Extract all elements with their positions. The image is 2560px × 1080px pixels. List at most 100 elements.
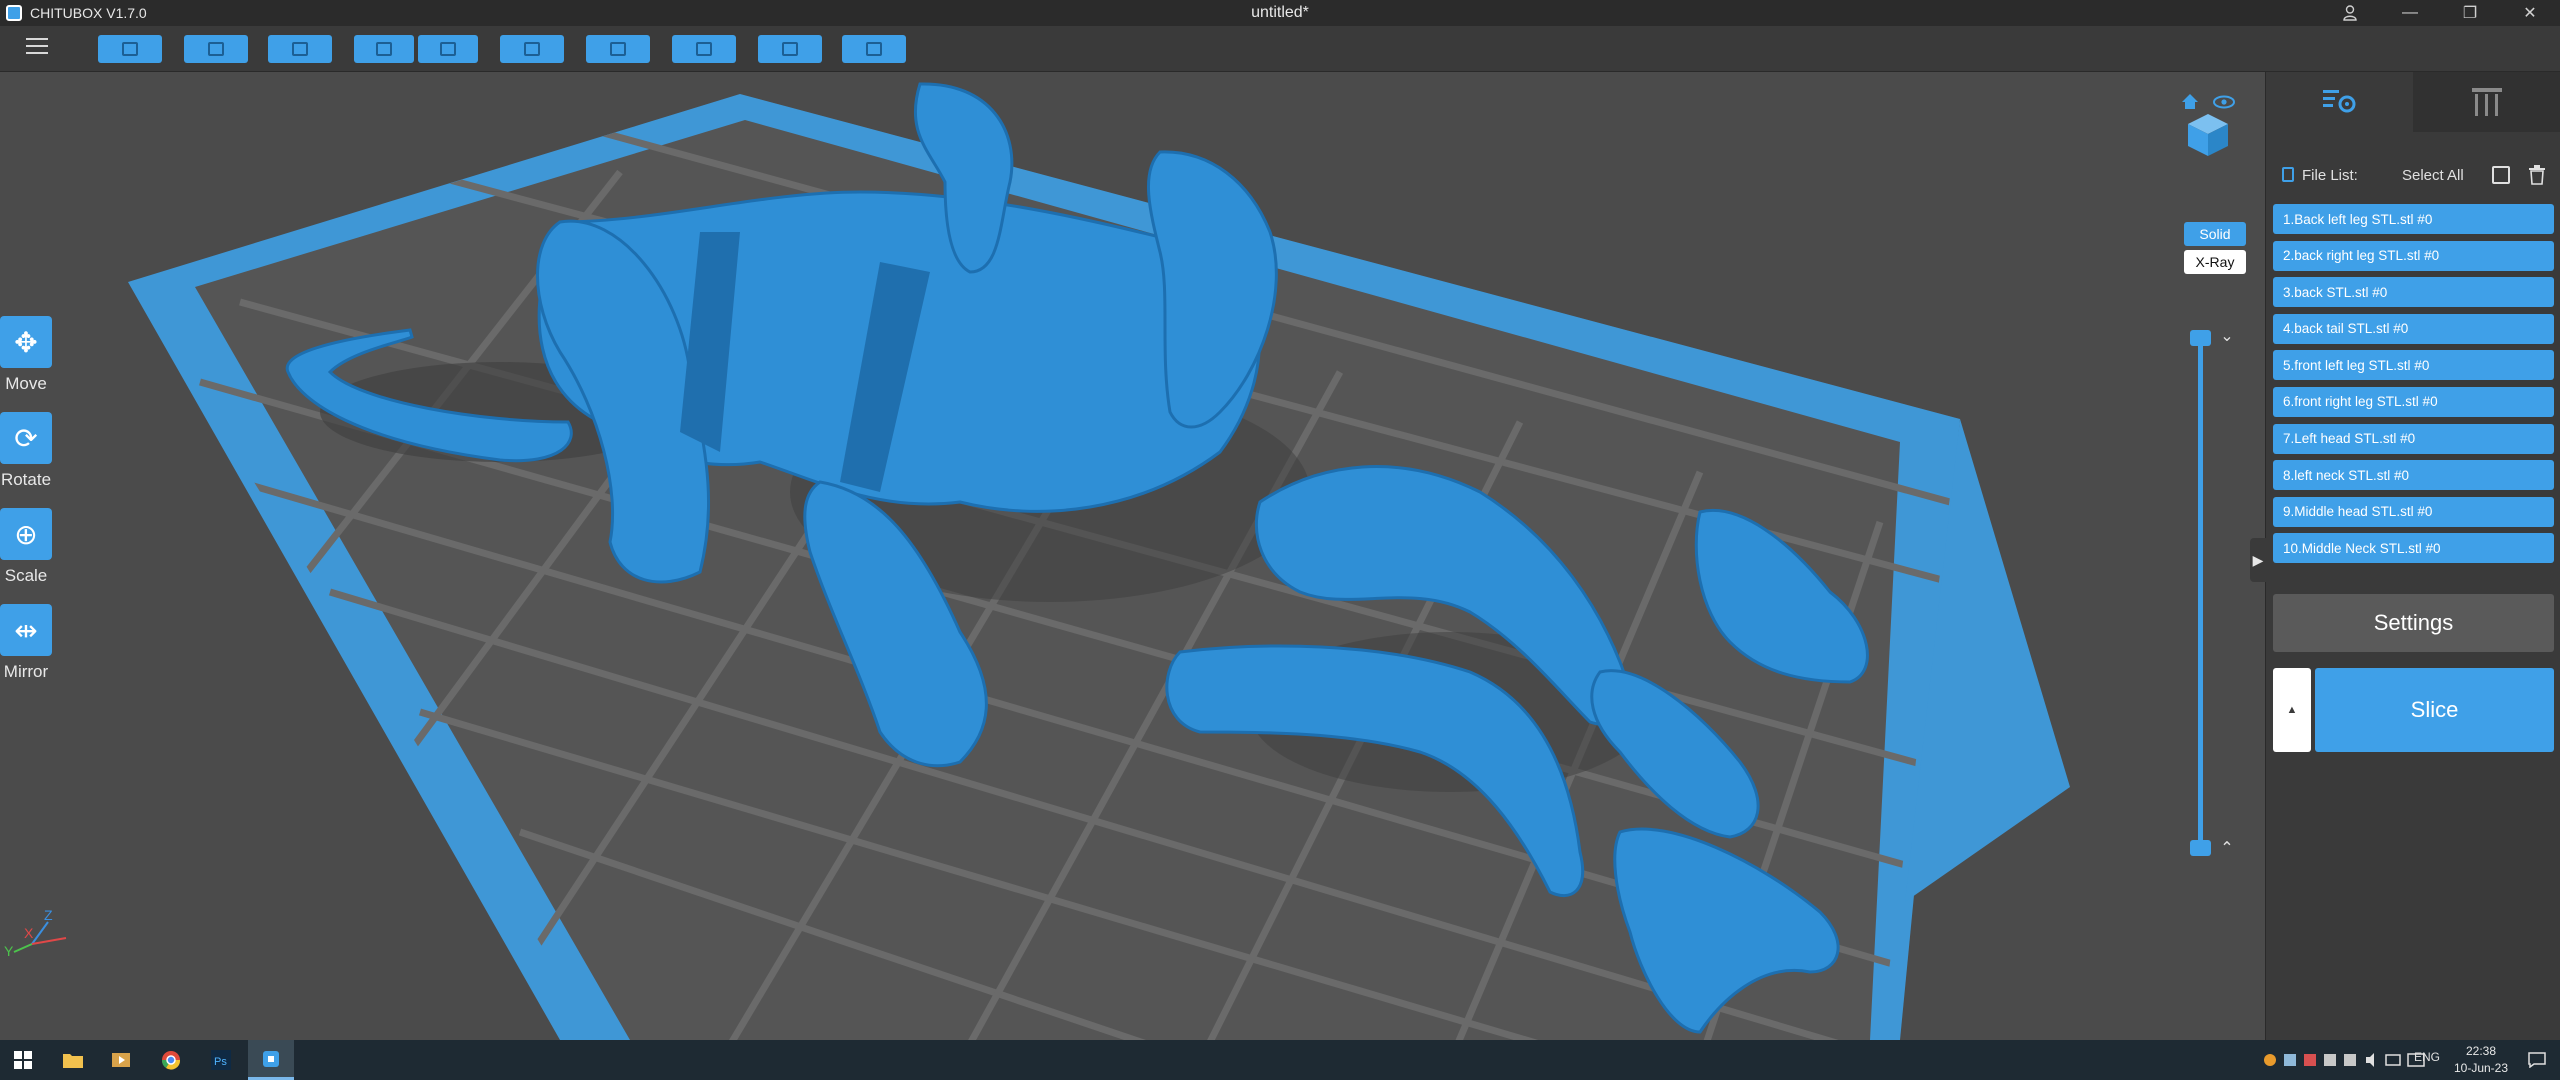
chitubox-taskbar-button[interactable]	[248, 1040, 294, 1080]
supports-button[interactable]	[586, 35, 650, 63]
account-button[interactable]	[2320, 0, 2380, 26]
delete-icon[interactable]	[2528, 165, 2546, 185]
file-item-7[interactable]: 7.Left head STL.stl #0	[2273, 423, 2554, 454]
view-cube[interactable]	[2178, 92, 2240, 158]
tab-supports[interactable]	[2413, 72, 2560, 132]
folder-icon	[63, 1054, 83, 1068]
clock[interactable]: 22:38 10-Jun-23	[2448, 1043, 2514, 1077]
xray-mode-button[interactable]: X-Ray	[2184, 250, 2246, 274]
file-list: 1.Back left leg STL.stl #0 2.back right …	[2273, 204, 2554, 624]
chitubox-logo-icon	[6, 5, 22, 21]
select-all-checkbox[interactable]	[2492, 166, 2510, 184]
tab-file-list[interactable]	[2266, 72, 2413, 132]
photoshop-button[interactable]: Ps	[198, 1040, 244, 1080]
window-controls: — ❐ ✕	[2320, 0, 2560, 26]
user-icon	[2343, 5, 2357, 21]
layer-slider-bottom-handle[interactable]	[2190, 840, 2211, 856]
chitubox-window: CHITUBOX V1.7.0 untitled* — ❐ ✕ ✥ Move ⟳…	[0, 0, 2560, 1080]
axis-indicator: Y Z X	[4, 908, 67, 958]
layers-icon	[524, 42, 540, 56]
chrome-icon	[161, 1051, 181, 1070]
redo-button[interactable]	[418, 35, 478, 63]
scale-icon[interactable]: ⊕	[0, 508, 52, 560]
open-icon	[122, 42, 138, 56]
hollow-button[interactable]	[672, 35, 736, 63]
chrome-button[interactable]	[148, 1040, 194, 1080]
rotate-tool[interactable]: ⟳ Rotate	[0, 412, 52, 490]
scale-label: Scale	[4, 566, 48, 585]
window-title: untitled*	[1251, 4, 1309, 21]
move-icon[interactable]: ✥	[0, 316, 52, 368]
start-button[interactable]	[0, 1040, 46, 1080]
panel-tabs	[2266, 72, 2560, 132]
save-button[interactable]	[184, 35, 248, 63]
supports-tab-icon	[2471, 88, 2502, 116]
file-item-5[interactable]: 5.front left leg STL.stl #0	[2273, 350, 2554, 381]
hollow-icon	[696, 42, 712, 56]
slice-options-button[interactable]: ▲	[2273, 668, 2311, 752]
select-all-label: Select All	[2402, 167, 2464, 184]
file-item-6[interactable]: 6.front right leg STL.stl #0	[2273, 386, 2554, 417]
select-button[interactable]	[268, 35, 332, 63]
layer-slider-top-handle[interactable]	[2190, 330, 2211, 346]
save-icon	[208, 42, 224, 56]
menu-icon[interactable]	[26, 38, 48, 58]
file-item-10[interactable]: 10.Middle Neck STL.stl #0	[2273, 533, 2554, 564]
axis-z-label: Z	[44, 908, 53, 923]
file-settings-icon	[2322, 90, 2355, 113]
settings-button[interactable]: Settings	[2273, 594, 2554, 652]
undo-button[interactable]	[354, 35, 414, 63]
close-button[interactable]: ✕	[2500, 0, 2560, 26]
file-list-header: File List: Select All	[2266, 164, 2560, 186]
axis-x-label: X	[24, 925, 34, 941]
file-item-4[interactable]: 4.back tail STL.stl #0	[2273, 313, 2554, 344]
file-item-2[interactable]: 2.back right leg STL.stl #0	[2273, 240, 2554, 271]
toolbar	[0, 26, 2560, 72]
3d-viewport[interactable]: ✥ Move ⟳ Rotate ⊕ Scale ⇹ Mirror Solid X…	[0, 72, 2265, 1040]
system-tray-icons	[2264, 1053, 2425, 1067]
chevron-down-icon[interactable]: ⌄	[2220, 329, 2234, 345]
move-label: Move	[5, 374, 47, 393]
file-item-9[interactable]: 9.Middle head STL.stl #0	[2273, 496, 2554, 527]
chevron-up-icon[interactable]: ⌃	[2220, 841, 2234, 857]
supports-icon	[610, 42, 626, 56]
move-tool[interactable]: ✥ Move	[0, 316, 52, 394]
file-list-icon	[2282, 167, 2294, 182]
file-item-3[interactable]: 3.back STL.stl #0	[2273, 277, 2554, 308]
title-bar: CHITUBOX V1.7.0 untitled* — ❐ ✕	[0, 0, 2560, 26]
mirror-tool[interactable]: ⇹ Mirror	[0, 604, 52, 682]
arrange-button[interactable]	[842, 35, 906, 63]
file-item-8[interactable]: 8.left neck STL.stl #0	[2273, 460, 2554, 491]
build-plate-scene	[128, 82, 2070, 1040]
slice-button[interactable]: Slice	[2315, 668, 2554, 752]
open-button[interactable]	[98, 35, 162, 63]
minimize-button[interactable]: —	[2380, 0, 2440, 26]
windows-icon	[14, 1051, 32, 1069]
mirror-icon[interactable]: ⇹	[0, 604, 52, 656]
rotate-icon[interactable]: ⟳	[0, 412, 52, 464]
panel-collapse-button[interactable]: ▶	[2250, 538, 2266, 582]
file-item-1[interactable]: 1.Back left leg STL.stl #0	[2273, 204, 2554, 234]
layer-slider-track[interactable]	[2198, 332, 2203, 848]
media-icon	[112, 1053, 130, 1067]
language-indicator[interactable]: ENG	[2414, 1050, 2440, 1064]
taskbar: Ps ENG 22:38 10-Jun-23	[0, 1040, 2560, 1080]
mirror-label: Mirror	[3, 662, 49, 681]
rotate-label: Rotate	[0, 470, 52, 489]
notifications-button[interactable]	[2514, 1040, 2560, 1080]
file-explorer-button[interactable]	[50, 1040, 96, 1080]
tray-icons[interactable]	[2262, 1050, 2430, 1073]
media-player-button[interactable]	[98, 1040, 144, 1080]
dig-hole-icon	[782, 42, 798, 56]
scale-tool[interactable]: ⊕ Scale	[0, 508, 52, 586]
solid-mode-button[interactable]: Solid	[2184, 222, 2246, 246]
redo-icon	[440, 42, 456, 56]
select-icon	[292, 42, 308, 56]
notification-icon	[2528, 1052, 2546, 1068]
dig-hole-button[interactable]	[758, 35, 822, 63]
svg-text:Ps: Ps	[214, 1056, 227, 1068]
restore-button[interactable]: ❐	[2440, 0, 2500, 26]
layers-button[interactable]	[500, 35, 564, 63]
clock-time: 22:38	[2465, 1044, 2497, 1058]
home-view-icon[interactable]	[2182, 94, 2198, 109]
